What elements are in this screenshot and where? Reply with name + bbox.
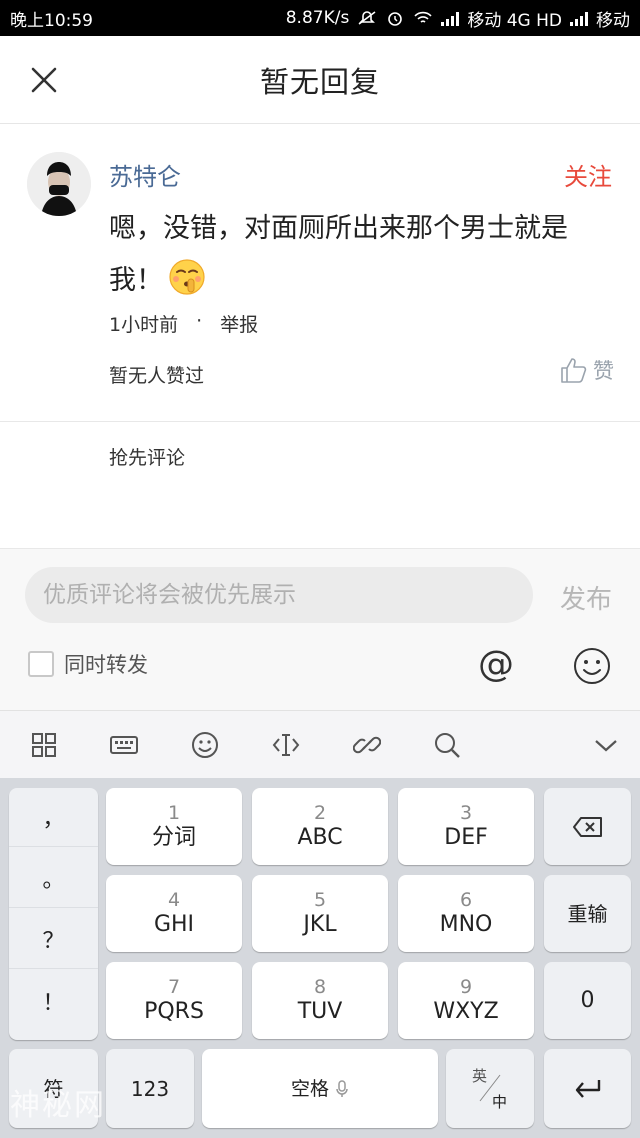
- repost-toggle[interactable]: 同时转发: [28, 649, 148, 679]
- punct-key-comma[interactable]: ，: [9, 788, 98, 847]
- page-title: 暂无回复: [259, 64, 380, 99]
- reset-key[interactable]: 重输: [544, 875, 631, 952]
- signal-icon: [441, 10, 460, 26]
- watermark-text: 神秘网: [10, 1088, 106, 1123]
- key-7-label: PQRS: [144, 998, 204, 1024]
- key-3-num: 3: [459, 801, 473, 824]
- report-link[interactable]: 举报: [220, 310, 258, 337]
- space-key-label: 空格: [290, 1077, 329, 1100]
- thumbs-up-icon: [561, 358, 587, 383]
- key-8-label: TUV: [297, 998, 343, 1024]
- network-speed: 8.87K/s: [285, 8, 350, 28]
- key-9-num: 9: [459, 975, 473, 998]
- key-7[interactable]: 7 PQRS: [106, 962, 242, 1039]
- key-4[interactable]: 4 GHI: [106, 875, 242, 952]
- keyboard-layout-icon[interactable]: [110, 731, 138, 759]
- punctuation-column: ， 。 ？ ！: [9, 788, 98, 1040]
- repost-checkbox[interactable]: [28, 651, 54, 677]
- zero-key[interactable]: 0: [544, 962, 631, 1039]
- language-divider-icon: [479, 1074, 501, 1102]
- comment-card: 苏特仑 关注 嗯，没错，对面厕所出来那个男士就是我！ 1小时前 · 举报 暂无人…: [0, 125, 640, 422]
- emoji-button-icon[interactable]: [572, 646, 612, 686]
- clipboard-link-icon[interactable]: [353, 731, 381, 759]
- key-5-label: JKL: [303, 911, 337, 937]
- shush-emoji-icon: [169, 259, 205, 295]
- comment-meta: 1小时前 · 举报: [109, 310, 258, 337]
- meta-separator: ·: [196, 310, 203, 332]
- likes-summary: 暂无人赞过: [109, 365, 205, 387]
- comment-text: 嗯，没错，对面厕所出来那个男士就是我！: [109, 203, 609, 307]
- close-icon[interactable]: [28, 64, 60, 96]
- zero-key-label: 0: [580, 987, 595, 1013]
- punct-key-period[interactable]: 。: [9, 849, 98, 908]
- enter-key[interactable]: [544, 1049, 631, 1128]
- mute-icon: [358, 11, 376, 25]
- first-comment-prompt: 抢先评论: [109, 447, 186, 469]
- language-switch-key[interactable]: 英 中: [446, 1049, 534, 1128]
- emoji-panel-icon[interactable]: [191, 731, 219, 759]
- key-1[interactable]: 1 分词: [106, 788, 242, 865]
- search-icon[interactable]: [433, 731, 461, 759]
- numbers-key[interactable]: 123: [106, 1049, 194, 1128]
- backspace-key[interactable]: [544, 788, 631, 865]
- lang-top-label: 英: [472, 1067, 488, 1085]
- keyboard-toolbar: [0, 710, 640, 778]
- wifi-icon: [414, 11, 432, 23]
- alarm-icon: [388, 12, 403, 26]
- comment-input-panel: 发布 同时转发 @: [0, 548, 640, 710]
- key-3[interactable]: 3 DEF: [398, 788, 534, 865]
- avatar-image: [27, 152, 91, 216]
- microphone-icon: [336, 1079, 348, 1097]
- key-5[interactable]: 5 JKL: [252, 875, 388, 952]
- carrier-secondary: 移动: [596, 10, 630, 31]
- comment-input[interactable]: [25, 567, 533, 623]
- cursor-move-icon[interactable]: [272, 731, 300, 759]
- username-link[interactable]: 苏特仑: [109, 157, 181, 192]
- key-8[interactable]: 8 TUV: [252, 962, 388, 1039]
- punct-key-exclaim[interactable]: ！: [9, 971, 98, 1030]
- key-4-label: GHI: [153, 911, 195, 937]
- backspace-icon: [572, 816, 602, 837]
- lang-bottom-label: 中: [492, 1093, 508, 1111]
- punct-key-question[interactable]: ？: [9, 910, 98, 969]
- key-4-num: 4: [167, 888, 181, 911]
- key-1-label: 分词: [151, 824, 196, 850]
- key-8-num: 8: [313, 975, 327, 998]
- key-2-num: 2: [313, 801, 327, 824]
- like-button[interactable]: 赞: [559, 355, 614, 385]
- key-5-num: 5: [313, 888, 327, 911]
- key-2-label: ABC: [297, 824, 343, 850]
- comment-time: 1小时前: [109, 314, 179, 336]
- key-6-num: 6: [459, 888, 473, 911]
- key-7-num: 7: [167, 975, 181, 998]
- status-time: 晚上10:59: [10, 10, 93, 31]
- space-key[interactable]: 空格: [202, 1049, 438, 1128]
- key-9[interactable]: 9 WXYZ: [398, 962, 534, 1039]
- key-3-label: DEF: [444, 824, 488, 850]
- grid-menu-icon[interactable]: [30, 731, 58, 759]
- status-bar: 晚上10:59 8.87K/s 移动 4G HD 移动: [0, 0, 640, 36]
- follow-button[interactable]: 关注: [564, 157, 612, 192]
- enter-icon: [575, 1079, 600, 1098]
- publish-button[interactable]: 发布: [560, 579, 612, 616]
- numbers-key-label: 123: [130, 1076, 170, 1101]
- key-9-label: WXYZ: [433, 998, 499, 1024]
- carrier-primary: 移动 4G HD: [467, 10, 562, 31]
- repost-label: 同时转发: [64, 653, 148, 677]
- reset-key-label: 重输: [567, 901, 608, 926]
- signal-icon-2: [570, 10, 588, 26]
- key-2[interactable]: 2 ABC: [252, 788, 388, 865]
- key-6[interactable]: 6 MNO: [398, 875, 534, 952]
- key-6-label: MNO: [439, 911, 493, 937]
- avatar[interactable]: [27, 152, 91, 216]
- header: 暂无回复: [0, 36, 640, 124]
- mention-button[interactable]: @: [476, 645, 516, 685]
- like-label: 赞: [593, 359, 614, 383]
- key-1-num: 1: [167, 801, 181, 824]
- collapse-keyboard-icon[interactable]: [592, 731, 620, 759]
